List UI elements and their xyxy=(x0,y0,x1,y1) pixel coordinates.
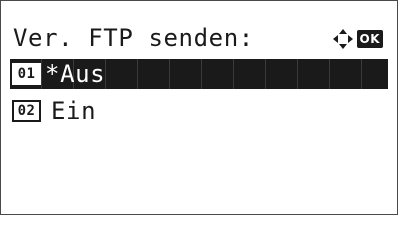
screen-title: Ver. FTP senden: xyxy=(13,24,254,52)
ok-key-icon: OK xyxy=(356,30,383,48)
option-item-ein[interactable]: 02 Ein xyxy=(10,96,388,126)
header: Ver. FTP senden: OK xyxy=(13,23,385,53)
option-text: Ein xyxy=(51,97,97,125)
navigation-hint: OK xyxy=(332,28,383,50)
option-item-aus[interactable]: 01 *Aus xyxy=(10,59,388,89)
option-number-badge: 02 xyxy=(12,100,41,122)
default-marker: * xyxy=(45,60,61,88)
option-list: 01 *Aus 02 Ein xyxy=(10,59,388,133)
dpad-arrows-icon xyxy=(332,29,353,49)
lcd-screen: Ver. FTP senden: OK 01 *Aus 02 Ein xyxy=(0,0,398,215)
option-label: Ein xyxy=(51,96,96,126)
option-label: *Aus xyxy=(45,59,105,89)
option-text: Aus xyxy=(60,60,106,88)
option-number-badge: 01 xyxy=(12,63,41,85)
